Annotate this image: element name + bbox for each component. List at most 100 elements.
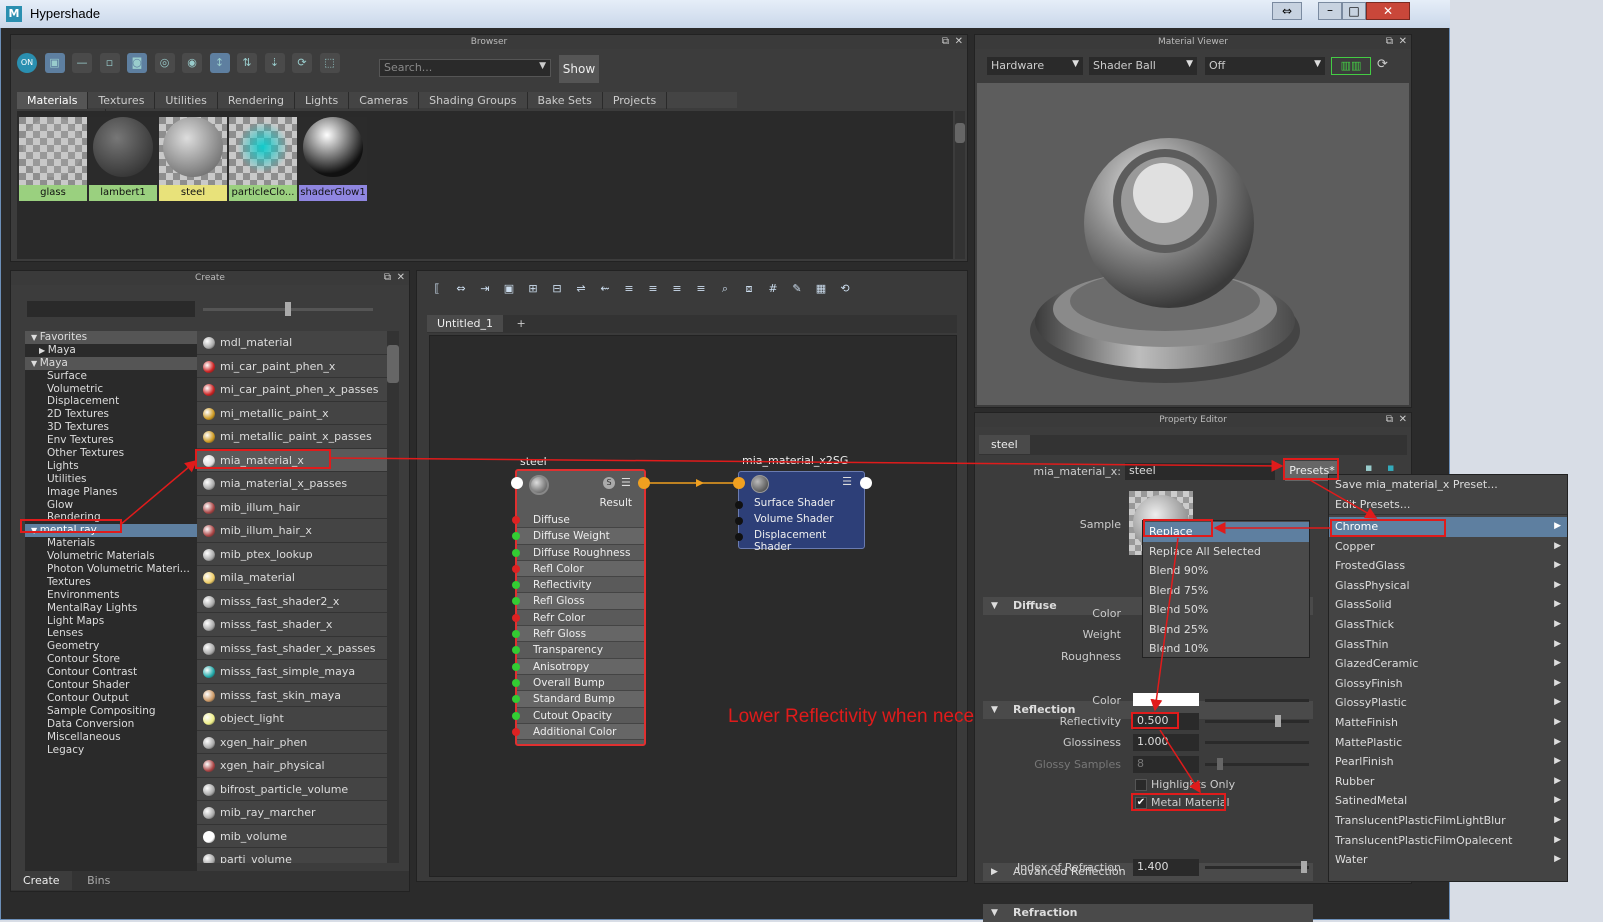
steel-attr-row[interactable]: Transparency: [512, 642, 644, 659]
node-list-item[interactable]: object_light: [197, 707, 387, 731]
large-icon-view-icon[interactable]: ◎: [154, 53, 175, 73]
node-list-item[interactable]: parti_volume: [197, 848, 387, 863]
highlights-only-checkbox[interactable]: [1135, 779, 1147, 791]
node-list-item[interactable]: mi_metallic_paint_x: [197, 402, 387, 425]
clear-graph-icon[interactable]: ⊟: [547, 279, 567, 299]
small-icon-view-icon[interactable]: ▫: [99, 53, 120, 73]
steel-shader-node[interactable]: S ☰ Result Diffuse Diffuse Weight Diffuse …: [512, 469, 646, 746]
preset-menu-item[interactable]: GlassThin ▶: [1329, 635, 1567, 655]
node-list-item[interactable]: mib_volume: [197, 825, 387, 848]
expand-arrow-icon[interactable]: ▼: [31, 359, 40, 368]
glossiness-slider[interactable]: [1205, 741, 1309, 744]
node-list-item[interactable]: misss_fast_shader2_x: [197, 590, 387, 613]
node-list-item[interactable]: misss_fast_simple_maya: [197, 660, 387, 684]
refl-color-slider[interactable]: [1205, 699, 1309, 702]
browser-tab-bake-sets[interactable]: Bake Sets: [528, 92, 603, 109]
steel-attr-row[interactable]: Standard Bump: [512, 691, 644, 708]
frame-all-icon[interactable]: ▣: [499, 279, 519, 299]
icon-size-slider[interactable]: [203, 302, 373, 316]
tree-item[interactable]: Sample Compositing: [25, 705, 197, 718]
preset-menu-item[interactable]: MatteFinish ▶: [1329, 713, 1567, 733]
graph-tab-untitled[interactable]: Untitled_1: [427, 315, 504, 332]
steel-attr-row[interactable]: Diffuse: [512, 512, 644, 529]
node-menu-icon[interactable]: ☰: [842, 475, 852, 488]
node-list-item[interactable]: mi_car_paint_phen_x: [197, 355, 387, 378]
blend-menu-item[interactable]: Blend 50%: [1143, 600, 1309, 620]
node-list-item[interactable]: xgen_hair_physical: [197, 754, 387, 778]
node-list-item[interactable]: mdl_material: [197, 331, 387, 355]
list-view-icon[interactable]: —: [72, 53, 92, 73]
tree-item[interactable]: Geometry: [25, 640, 197, 653]
tree-item[interactable]: Photon Volumetric Materi...: [25, 563, 197, 576]
material-swatch[interactable]: shaderGlow1: [299, 113, 367, 201]
browser-tab-rendering[interactable]: Rendering: [218, 92, 295, 109]
preset-menu-item[interactable]: FrostedGlass ▶: [1329, 556, 1567, 576]
preset-menu-item[interactable]: GlassPhysical ▶: [1329, 576, 1567, 596]
material-swatch[interactable]: particleClo...: [229, 113, 297, 201]
refraction-section-header[interactable]: ▼ Refraction: [983, 904, 1313, 922]
preset-menu-item[interactable]: TranslucentPlasticFilmOpalecent ▶: [1329, 831, 1567, 851]
search-dropdown-icon[interactable]: ▼: [539, 61, 546, 71]
close-button[interactable]: ✕: [1366, 2, 1410, 20]
tree-item[interactable]: Textures: [25, 576, 197, 589]
snapshot-icon[interactable]: ⧈: [739, 279, 759, 299]
search-input[interactable]: Search... ▼: [379, 59, 551, 77]
edit-icon[interactable]: ✎: [787, 279, 807, 299]
steel-attr-row[interactable]: Refl Color: [512, 560, 644, 578]
edit-presets-item[interactable]: Edit Presets...: [1329, 495, 1567, 515]
preset-menu-item[interactable]: Rubber ▶: [1329, 772, 1567, 792]
renderer-dropdown[interactable]: Hardware ▼: [987, 57, 1083, 75]
node-list-item[interactable]: mib_ray_marcher: [197, 801, 387, 825]
sg-output-port[interactable]: [860, 477, 872, 489]
steel-attr-row[interactable]: Diffuse Roughness: [512, 545, 644, 561]
geometry-dropdown[interactable]: Shader Ball ▼: [1089, 57, 1197, 75]
add-graph-tab-button[interactable]: +: [507, 315, 536, 332]
tree-item[interactable]: Environments: [25, 589, 197, 602]
tree-item[interactable]: Volumetric: [25, 383, 197, 396]
browser-tab-textures[interactable]: Textures: [88, 92, 156, 109]
swatch-scrollbar[interactable]: [955, 111, 965, 259]
node-list-scrollbar[interactable]: [387, 331, 399, 863]
node-list-item[interactable]: bifrost_particle_volume: [197, 778, 387, 801]
tree-item[interactable]: Lenses: [25, 627, 197, 640]
copy-tab-icon[interactable]: ▪: [1365, 461, 1372, 474]
refresh-icon[interactable]: ⟳: [292, 53, 312, 73]
steel-attr-row[interactable]: Overall Bump: [512, 675, 644, 692]
preset-menu-item[interactable]: GlassSolid ▶: [1329, 595, 1567, 615]
material-swatch[interactable]: glass: [19, 113, 87, 201]
blend-menu-item[interactable]: Blend 90%: [1143, 561, 1309, 581]
browser-tab-cameras[interactable]: Cameras: [349, 92, 420, 109]
collapse-arrow-icon[interactable]: ▶: [39, 346, 48, 355]
restore-swap-button[interactable]: ⇔: [1272, 2, 1302, 20]
sg-input-port[interactable]: [733, 477, 745, 489]
preset-menu-item[interactable]: GlassThick ▶: [1329, 615, 1567, 635]
tree-item[interactable]: ▼ Maya: [25, 356, 197, 370]
node-list-item[interactable]: mib_illum_hair: [197, 496, 387, 519]
simple-view-icon[interactable]: ≡: [619, 279, 639, 299]
close-panel-icon[interactable]: ✕: [1399, 414, 1407, 425]
preset-menu-item[interactable]: TranslucentPlasticFilmLightBlur ▶: [1329, 811, 1567, 831]
browser-tab-projects[interactable]: Projects: [603, 92, 668, 109]
exposure-icon[interactable]: ▥▥: [1331, 57, 1371, 75]
tree-item[interactable]: Data Conversion: [25, 718, 197, 731]
material-swatch[interactable]: steel: [159, 113, 227, 201]
tree-item[interactable]: MentalRay Lights: [25, 602, 197, 615]
on-toggle-button[interactable]: ON: [17, 53, 37, 73]
steel-attr-row[interactable]: Cutout Opacity: [512, 708, 644, 724]
node-graph-canvas[interactable]: [429, 335, 957, 877]
tree-item[interactable]: Legacy: [25, 744, 197, 757]
grid-icon[interactable]: #: [763, 279, 783, 299]
ior-field[interactable]: 1.400: [1133, 859, 1199, 876]
tree-item[interactable]: Contour Shader: [25, 679, 197, 692]
steel-attr-row[interactable]: Anisotropy: [512, 658, 644, 675]
steel-attr-row[interactable]: Diffuse Weight: [512, 528, 644, 545]
texture-swatch-icon[interactable]: ▦: [811, 279, 831, 299]
preset-menu-item[interactable]: Water ▶: [1329, 850, 1567, 870]
frame-selected-icon[interactable]: ⊞: [523, 279, 543, 299]
save-preset-item[interactable]: Save mia_material_x Preset...: [1329, 475, 1567, 495]
tree-item[interactable]: Contour Output: [25, 692, 197, 705]
tree-item[interactable]: Lights: [25, 460, 197, 473]
tree-item[interactable]: Contour Contrast: [25, 666, 197, 679]
tree-item[interactable]: Other Textures: [25, 447, 197, 460]
rearrange-icon[interactable]: ⇌: [571, 279, 591, 299]
